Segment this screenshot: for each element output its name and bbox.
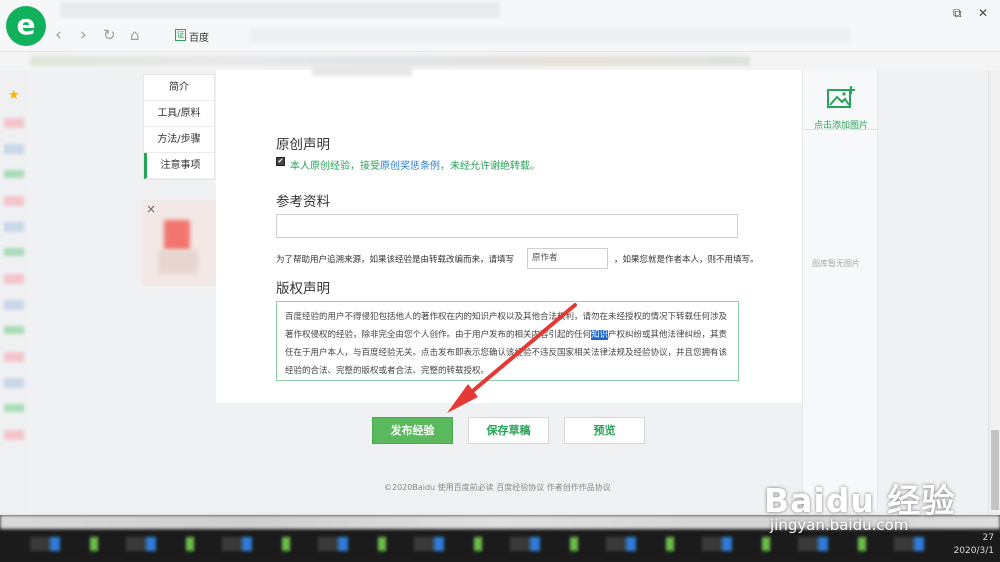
home-icon[interactable]: ⌂ — [130, 26, 140, 44]
baidu-jingyan-watermark: Baidu 经验 — [764, 481, 956, 520]
side-nav-item-tools[interactable]: 工具/原料 — [144, 101, 214, 127]
browser-logo[interactable]: e — [6, 6, 46, 46]
scrollbar-thumb[interactable] — [991, 430, 999, 510]
original-declaration-text: 本人原创经验，接受原创奖惩条例，未经允许谢绝转载。 — [290, 157, 540, 172]
star-icon[interactable]: ★ — [8, 88, 20, 103]
declare-suffix: ，未经允许谢绝转载。 — [440, 161, 540, 172]
restore-window-icon[interactable]: ⧉ — [953, 6, 962, 21]
image-library-panel: 点击添加图片 — [802, 70, 879, 510]
reference-title: 参考资料 — [276, 194, 330, 210]
back-arrow-icon[interactable]: ‹ — [55, 26, 62, 44]
copyright-text-box: 百度经验的用户不得侵犯包括他人的著作权在内的知识产权以及其他合法权利，请勿在未经… — [276, 301, 739, 381]
watermark-url: jingyan.baidu.com — [770, 516, 909, 534]
blurred-left-icons — [4, 118, 24, 448]
close-icon[interactable]: × — [146, 202, 156, 216]
save-draft-button[interactable]: 保存草稿 — [468, 417, 549, 444]
original-author-input[interactable]: 原作者 — [527, 248, 608, 269]
add-image-label: 点击添加图片 — [813, 121, 868, 131]
declare-prefix: 本人原创经验，接受 — [290, 161, 380, 172]
add-image-button[interactable]: 点击添加图片 — [803, 76, 879, 131]
side-nav-item-intro[interactable]: 简介 — [144, 75, 214, 101]
blurred-taskbar-icons — [30, 537, 930, 551]
address-text[interactable]: 百度 — [189, 29, 209, 44]
refresh-icon[interactable]: ↻ — [103, 26, 116, 44]
blurred-top-row — [312, 66, 412, 76]
close-window-icon[interactable]: ✕ — [978, 6, 988, 20]
page-footer: ©2020Baidu 使用百度前必读 百度经验协议 作者创作作品协议 — [384, 483, 611, 492]
blurred-address-bar — [250, 28, 850, 42]
original-declaration-title: 原创声明 — [276, 137, 330, 153]
reference-help-suffix: ，如果您就是作者本人，则不用填写。 — [614, 255, 759, 265]
copyright-title: 版权声明 — [276, 281, 330, 297]
blurred-bookmarks — [30, 56, 750, 66]
taskbar-date: 2020/3/1 — [953, 546, 994, 556]
copyright-text-highlight: 知识 — [591, 330, 609, 340]
blurred-ad-image — [164, 220, 190, 250]
page-scrollbar[interactable] — [988, 70, 1000, 515]
side-nav-item-steps[interactable]: 方法/步骤 — [144, 127, 214, 153]
publish-button[interactable]: 发布经验 — [372, 417, 453, 444]
article-side-nav: 简介 工具/原料 方法/步骤 注意事项 — [143, 74, 215, 180]
no-image-text: 图库暂无图片 — [812, 259, 860, 268]
preview-button[interactable]: 预览 — [564, 417, 645, 444]
reference-input[interactable] — [276, 214, 738, 238]
reference-help-prefix: 为了帮助用户追溯来源，如果该经验是由转载改编而来，请填写 — [276, 255, 515, 265]
side-nav-item-notes[interactable]: 注意事项 — [144, 153, 214, 179]
left-sidebar-strip: ★ — [0, 70, 28, 510]
browser-titlebar: e ‹ › ↻ ⌂ 证 百度 ⧉ ✕ — [0, 0, 1000, 52]
reward-rules-link[interactable]: 原创奖惩条例 — [380, 161, 440, 172]
floating-ad: × — [142, 200, 216, 286]
taskbar-time: 27 — [982, 533, 994, 543]
blurred-ad-image-lower — [158, 250, 198, 274]
original-checkbox[interactable]: ✔ — [276, 157, 285, 166]
blurred-tabs — [60, 2, 500, 18]
certificate-icon: 证 — [175, 29, 186, 41]
add-image-icon — [827, 86, 855, 108]
taskbar-clock[interactable]: 27 2020/3/1 — [954, 532, 994, 558]
forward-arrow-icon[interactable]: › — [80, 26, 87, 44]
bookmarks-bar — [0, 52, 1000, 70]
